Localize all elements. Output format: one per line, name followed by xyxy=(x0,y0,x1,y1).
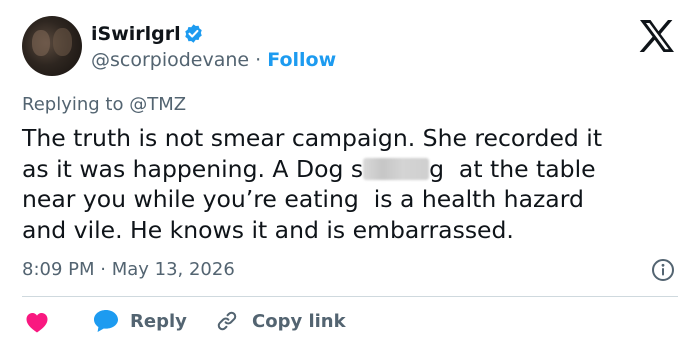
avatar-face-left xyxy=(32,30,50,56)
reply-label: Reply xyxy=(130,310,187,332)
display-name[interactable]: iSwirlgrl xyxy=(91,22,181,46)
tweet-line: and vile. He knows it and is embarrassed… xyxy=(22,215,514,244)
follow-button[interactable]: Follow xyxy=(267,49,336,71)
heart-icon[interactable] xyxy=(25,311,49,333)
tweet-line-part: g at the table xyxy=(429,154,596,183)
reply-bubble-icon xyxy=(94,310,118,332)
action-bar: Reply Copy link xyxy=(22,305,678,337)
tweet-text: The truth is not smear campaign. She rec… xyxy=(22,123,682,245)
user-handle[interactable]: @scorpiodevane · xyxy=(91,49,267,71)
info-icon[interactable] xyxy=(651,258,675,282)
link-icon xyxy=(217,311,237,331)
tweet-line: near you while you’re eating is a health… xyxy=(22,185,584,213)
timestamp[interactable]: 8:09 PM · May 13, 2026 xyxy=(22,258,235,282)
copy-link-label: Copy link xyxy=(252,310,346,332)
tweet-line: as it was happening. A Dog s g at the tab… xyxy=(22,154,682,185)
redaction-blur xyxy=(363,157,430,180)
reply-button[interactable]: Reply xyxy=(92,305,187,337)
x-logo-icon[interactable] xyxy=(637,18,677,54)
handle-row: @scorpiodevane · Follow xyxy=(91,48,336,72)
copy-link-button[interactable]: Copy link xyxy=(216,305,346,337)
replying-to[interactable]: Replying to @TMZ xyxy=(22,93,186,117)
tweet-line-part: as it was happening. A Dog s xyxy=(22,154,364,183)
tweet-line: The truth is not smear campaign. She rec… xyxy=(22,124,603,152)
divider xyxy=(22,296,678,297)
avatar[interactable] xyxy=(22,16,82,76)
verified-badge-icon xyxy=(185,24,202,43)
avatar-face-right xyxy=(53,28,72,56)
